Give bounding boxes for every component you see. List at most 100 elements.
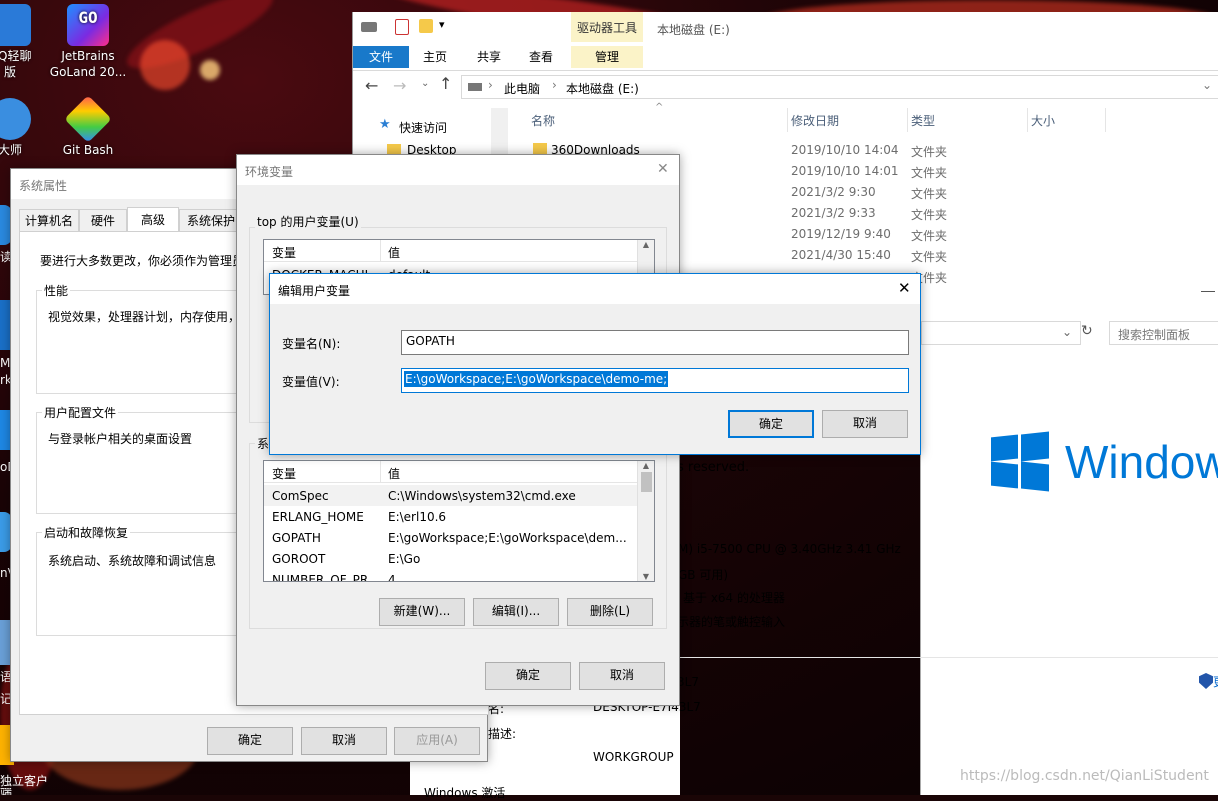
close-icon[interactable]: ✕: [898, 279, 911, 297]
col-value[interactable]: 值: [388, 244, 400, 261]
user-vars-title: top 的用户变量(U): [255, 213, 361, 230]
system-type-text: 基于 x64 的处理器: [683, 591, 786, 605]
master-icon: [0, 98, 31, 140]
col-date[interactable]: 修改日期: [791, 112, 839, 129]
address-dropdown-icon[interactable]: ⌄: [1202, 78, 1212, 92]
tab-view[interactable]: 查看: [519, 46, 563, 68]
desktop-icon-goland[interactable]: GO JetBrains GoLand 20...: [48, 4, 128, 80]
apply-button[interactable]: 应用(A): [394, 727, 480, 755]
properties-icon[interactable]: [395, 19, 409, 35]
change-link[interactable]: 更: [1213, 673, 1218, 690]
cancel-button[interactable]: 取消: [822, 410, 908, 438]
window-title: 本地磁盘 (E:): [657, 23, 730, 37]
ok-button[interactable]: 确定: [485, 662, 571, 690]
edit-button[interactable]: 编辑(I)...: [473, 598, 559, 626]
workgroup-value: WORKGROUP: [593, 750, 674, 764]
table-row-name[interactable]: GOROOT: [272, 552, 382, 566]
goland-icon: GO: [67, 4, 109, 46]
file-date: 2019/10/10 14:04: [791, 143, 899, 157]
file-date: 2021/3/2 9:30: [791, 185, 876, 199]
table-row-value[interactable]: E:\Go: [388, 552, 628, 566]
drive-small-icon: [468, 83, 482, 91]
table-row-value[interactable]: E:\erl10.6: [388, 510, 628, 524]
minimize-icon[interactable]: [1201, 291, 1215, 292]
sort-icon: ^: [655, 102, 664, 113]
edge-label-8: 独立客户: [0, 774, 49, 788]
activation-label: Windows 激活: [424, 786, 506, 800]
ok-button[interactable]: 确定: [207, 727, 293, 755]
close-icon[interactable]: ✕: [657, 161, 669, 177]
windows-brand: Window: [1065, 436, 1218, 488]
cancel-button[interactable]: 取消: [579, 662, 665, 690]
var-name-label: 变量名(N):: [282, 337, 341, 351]
perf-title: 性能: [42, 282, 71, 299]
var-name-input[interactable]: GOPATH: [401, 330, 909, 355]
cp-search-input[interactable]: 搜索控制面板: [1109, 321, 1218, 345]
back-icon[interactable]: ←: [365, 76, 378, 95]
table-row-name[interactable]: NUMBER_OF_PR...: [272, 573, 372, 581]
file-type: 文件夹: [911, 187, 948, 201]
breadcrumb-drive[interactable]: 本地磁盘 (E:): [566, 80, 639, 97]
file-date: 2021/4/30 15:40: [791, 248, 891, 262]
ok-button[interactable]: 确定: [728, 410, 814, 438]
table-row-name[interactable]: ComSpec: [272, 489, 382, 503]
desktop-icon-qq[interactable]: QQ轻聊 版: [0, 4, 50, 80]
star-icon: ★: [379, 117, 391, 132]
address-bar[interactable]: › 此电脑 › 本地磁盘 (E:) ⌄: [461, 75, 1218, 99]
desktop-icon-master[interactable]: 大师: [0, 98, 50, 158]
tab-computer-name[interactable]: 计算机名: [19, 209, 79, 231]
tab-advanced[interactable]: 高级: [127, 207, 179, 232]
col-variable[interactable]: 变量: [272, 465, 296, 482]
var-value-input[interactable]: E:\goWorkspace;E:\goWorkspace\demo-me;: [401, 368, 909, 393]
tab-manage[interactable]: 管理: [571, 46, 643, 68]
up-icon[interactable]: ↑: [439, 74, 452, 93]
new-button[interactable]: 新建(W)...: [379, 598, 465, 626]
breadcrumb-thispc[interactable]: 此电脑: [504, 80, 540, 97]
new-folder-icon[interactable]: [419, 19, 433, 33]
ribbon-context-label: 驱动器工具: [576, 21, 637, 35]
nav-quick-access[interactable]: 快速访问: [399, 119, 447, 136]
col-type[interactable]: 类型: [911, 112, 935, 129]
profile-desc: 与登录帐户相关的桌面设置: [48, 432, 193, 446]
edit-user-variable-dialog: 编辑用户变量 ✕ 变量名(N): GOPATH 变量值(V): E:\goWor…: [269, 273, 921, 455]
col-name[interactable]: 名称: [531, 112, 555, 129]
tab-system-protection[interactable]: 系统保护: [179, 209, 243, 231]
shield-icon: [1199, 673, 1213, 689]
watermark-text: https://blog.csdn.net/QianLiStudent: [960, 768, 1209, 784]
table-row-value[interactable]: E:\goWorkspace;E:\goWorkspace\dem...: [388, 531, 634, 545]
ram-text: GB 可用): [678, 568, 729, 582]
tab-file[interactable]: 文件: [353, 46, 409, 68]
edge-label-2: M: [0, 356, 11, 370]
table-row-value[interactable]: 4: [388, 573, 628, 581]
file-type: 文件夹: [911, 229, 948, 243]
gitbash-icon: [64, 95, 112, 143]
desktop-icon-gitbash[interactable]: Git Bash: [48, 95, 128, 158]
refresh-icon[interactable]: ↻: [1081, 323, 1093, 339]
qat-dropdown-icon[interactable]: ▾: [439, 18, 445, 31]
tab-hardware[interactable]: 硬件: [79, 209, 127, 231]
tab-home[interactable]: 主页: [413, 46, 457, 68]
copyright-text: s reserved.: [677, 460, 750, 475]
table-row-name[interactable]: ERLANG_HOME: [272, 510, 382, 524]
col-size[interactable]: 大小: [1031, 112, 1055, 129]
cp-address-bar[interactable]: ⌄: [921, 321, 1081, 345]
delete-button[interactable]: 删除(L): [567, 598, 653, 626]
tab-share[interactable]: 共享: [467, 46, 511, 68]
dialog-title: 编辑用户变量: [278, 284, 351, 298]
file-type: 文件夹: [911, 166, 948, 180]
file-date: 2021/3/2 9:33: [791, 206, 876, 220]
col-value[interactable]: 值: [388, 465, 400, 482]
perf-desc: 视觉效果，处理器计划，内存使用，: [48, 310, 241, 324]
var-value-selection: E:\goWorkspace;E:\goWorkspace\demo-me;: [404, 371, 669, 387]
profile-title: 用户配置文件: [42, 404, 119, 421]
edge-label-9: 端: [0, 788, 13, 795]
forward-icon[interactable]: →: [393, 76, 406, 95]
table-row-name[interactable]: GOPATH: [272, 531, 382, 545]
table-row-value[interactable]: C:\Windows\system32\cmd.exe: [388, 489, 628, 503]
recent-dropdown-icon[interactable]: ⌄: [421, 78, 429, 89]
scrollbar[interactable]: ▲ ▼: [637, 461, 654, 581]
col-variable[interactable]: 变量: [272, 244, 296, 261]
file-type: 文件夹: [911, 145, 948, 159]
system-vars-list[interactable]: 变量 值 ComSpec C:\Windows\system32\cmd.exe…: [263, 460, 655, 582]
cancel-button[interactable]: 取消: [301, 727, 387, 755]
